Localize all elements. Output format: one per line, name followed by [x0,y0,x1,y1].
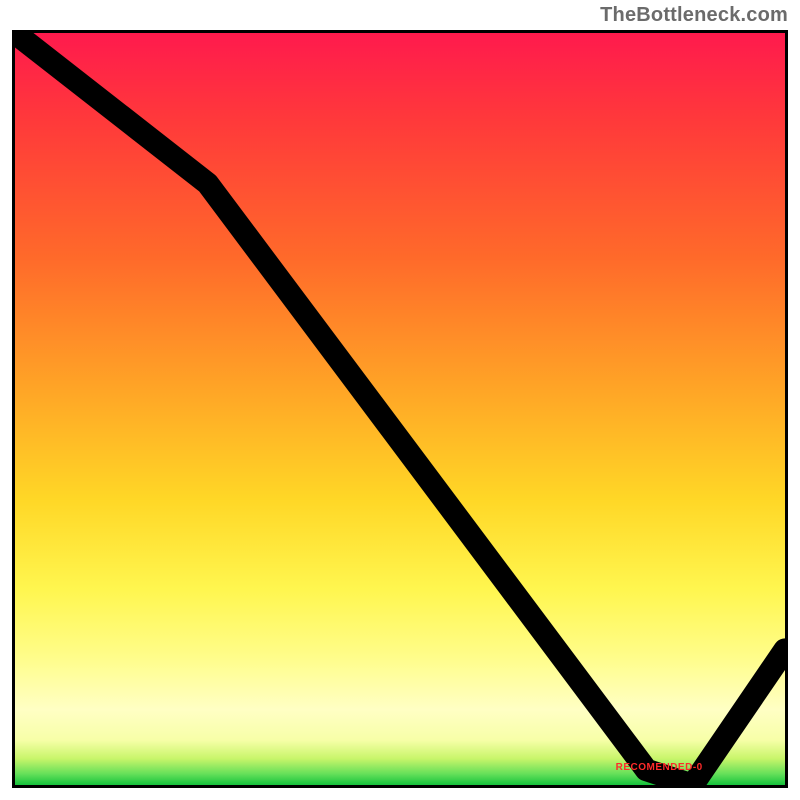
chart-plot-area: RECOMENDED-0 [12,30,788,788]
chart-series-path [15,33,785,785]
attribution-text: TheBottleneck.com [600,4,788,27]
chart-series-line [15,33,785,785]
chart-minimum-label: RECOMENDED-0 [616,762,703,773]
